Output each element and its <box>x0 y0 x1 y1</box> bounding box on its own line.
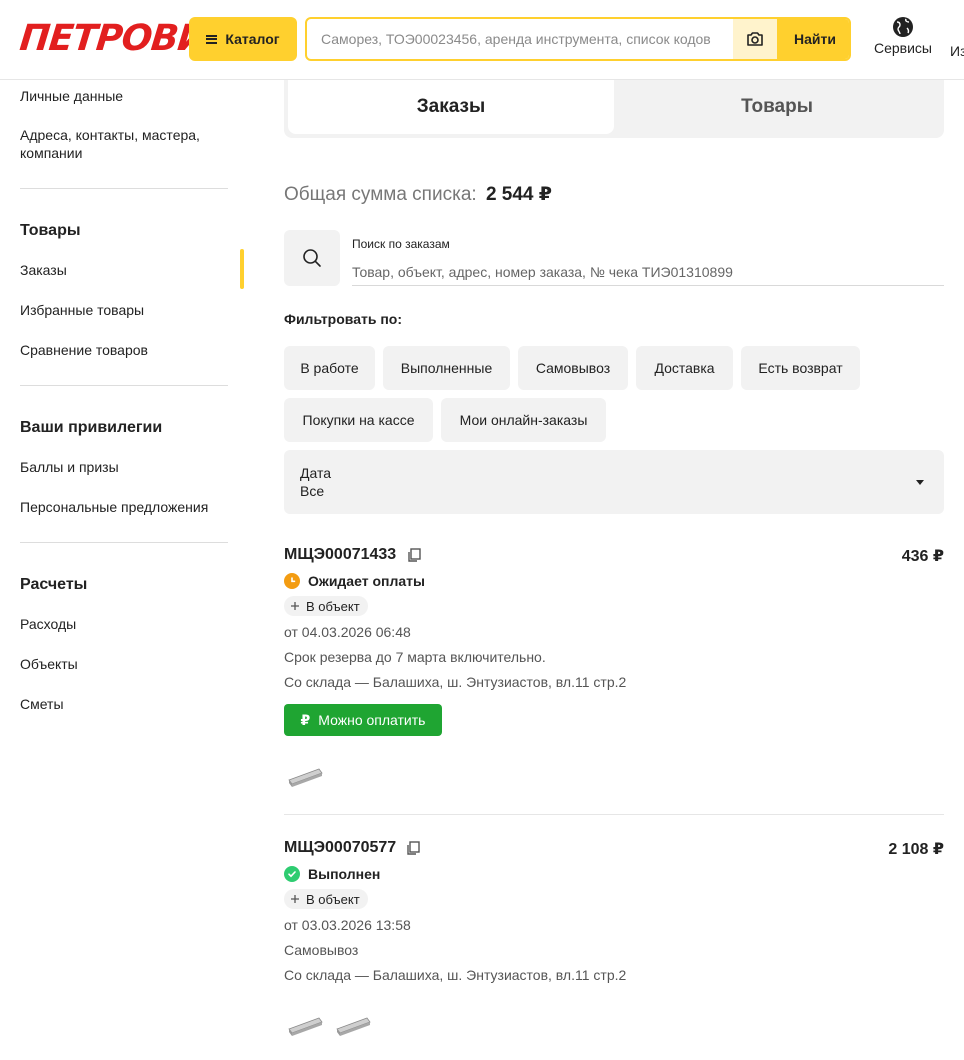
tab-goods[interactable]: Товары <box>614 80 940 134</box>
sidebar-divider <box>20 385 228 386</box>
filter-chip-checkout-purchases[interactable]: Покупки на кассе <box>284 398 433 442</box>
sidebar-item-points[interactable]: Баллы и призы <box>20 458 220 476</box>
product-thumbnail[interactable] <box>334 1009 374 1039</box>
order-source: Со склада — Балашиха, ш. Энтузиастов, вл… <box>284 674 627 690</box>
sidebar-item-favorites[interactable]: Избранные товары <box>20 301 220 319</box>
order-card: МЩЭ00071433 436 ₽ Ожидает оплаты В объек… <box>284 546 944 796</box>
order-number[interactable]: МЩЭ00071433 <box>284 546 396 564</box>
copy-icon[interactable] <box>405 840 421 856</box>
sidebar-item-compare[interactable]: Сравнение товаров <box>20 341 220 359</box>
order-sum: 436 ₽ <box>901 548 944 565</box>
plus-icon <box>291 602 299 610</box>
camera-search-button[interactable] <box>733 19 777 59</box>
date-filter-label: Дата <box>300 465 332 481</box>
site-search: Найти <box>305 17 851 61</box>
add-to-object-label: В объект <box>306 891 360 907</box>
services-label: Сервисы <box>873 40 932 56</box>
services-button[interactable]: Сервисы <box>872 16 934 56</box>
sidebar-item-orders[interactable]: Заказы <box>20 261 220 279</box>
sidebar-item-estimates[interactable]: Сметы <box>20 695 220 713</box>
product-thumbnail[interactable] <box>286 760 326 790</box>
check-icon <box>284 866 300 882</box>
site-header: ПЕТРОВИЧ Каталог Найти Сервисы Из <box>0 0 964 80</box>
clock-icon <box>284 573 300 589</box>
total-value: 2 544 ₽ <box>485 184 552 205</box>
total-label: Общая сумма списка: <box>284 184 477 205</box>
pay-button[interactable]: ₽ Можно оплатить <box>284 704 442 736</box>
add-to-object-button[interactable]: В объект <box>284 889 368 909</box>
add-to-object-button[interactable]: В объект <box>284 596 368 616</box>
pay-button-label: Можно оплатить <box>318 712 426 728</box>
catalog-button[interactable]: Каталог <box>189 17 297 61</box>
order-status-text: Ожидает оплаты <box>308 573 425 589</box>
find-button[interactable]: Найти <box>777 19 849 59</box>
filter-chip-online-orders[interactable]: Мои онлайн-заказы <box>441 398 606 442</box>
orders-search-label: Поиск по заказам <box>352 237 450 251</box>
order-status-text: Выполнен <box>308 866 381 882</box>
orders-search-input[interactable] <box>352 258 944 286</box>
search-icon <box>303 249 321 267</box>
filter-chip-completed[interactable]: Выполненные <box>383 346 510 390</box>
order-card: МЩЭ00070577 2 108 ₽ Выполнен В объект от… <box>284 839 944 1049</box>
order-status: Выполнен <box>284 866 380 882</box>
order-delivery-type: Самовывоз <box>284 942 359 958</box>
active-indicator <box>240 249 244 289</box>
header-overflow-item[interactable]: Из <box>950 43 964 59</box>
order-sum: 2 108 ₽ <box>888 841 944 858</box>
order-status: Ожидает оплаты <box>284 573 425 589</box>
sidebar-divider <box>20 542 228 543</box>
filter-chip-in-progress[interactable]: В работе <box>284 346 375 390</box>
sidebar-item-personal-data[interactable]: Личные данные <box>20 87 220 105</box>
order-reserve-note: Срок резерва до 7 марта включительно. <box>284 649 546 665</box>
tabs: Заказы Товары <box>284 80 944 138</box>
sidebar-heading-goods: Товары <box>20 222 81 239</box>
filter-chip-returns[interactable]: Есть возврат <box>741 346 860 390</box>
chevron-down-icon <box>916 480 924 485</box>
filter-chip-delivery[interactable]: Доставка <box>636 346 733 390</box>
camera-icon <box>747 32 763 46</box>
sidebar-item-addresses[interactable]: Адреса, контакты, мастера, компании <box>20 126 220 162</box>
plus-icon <box>291 895 299 903</box>
filter-label: Фильтровать по: <box>284 311 403 327</box>
orders-search-button[interactable] <box>284 230 340 286</box>
sidebar-item-objects[interactable]: Объекты <box>20 655 220 673</box>
order-divider <box>284 814 944 815</box>
filter-chip-pickup[interactable]: Самовывоз <box>518 346 628 390</box>
search-input[interactable] <box>307 19 733 59</box>
sidebar-item-offers[interactable]: Персональные предложения <box>20 498 220 516</box>
ruble-icon: ₽ <box>300 711 311 728</box>
list-total: Общая сумма списка: 2 544 ₽ <box>284 183 552 206</box>
copy-icon[interactable] <box>406 547 422 563</box>
order-date: от 03.03.2026 13:58 <box>284 917 411 933</box>
globe-icon <box>893 17 913 37</box>
date-filter-select[interactable]: Дата Все <box>284 450 944 514</box>
add-to-object-label: В объект <box>306 598 360 614</box>
product-thumbnail[interactable] <box>286 1009 326 1039</box>
sidebar-heading-payments: Расчеты <box>20 576 88 593</box>
sidebar-divider <box>20 188 228 189</box>
tab-orders[interactable]: Заказы <box>288 80 614 134</box>
date-filter-value: Все <box>300 483 325 499</box>
sidebar-item-expenses[interactable]: Расходы <box>20 615 220 633</box>
order-source: Со склада — Балашиха, ш. Энтузиастов, вл… <box>284 967 627 983</box>
catalog-label: Каталог <box>225 31 280 47</box>
order-date: от 04.03.2026 06:48 <box>284 624 411 640</box>
menu-icon <box>206 34 218 44</box>
sidebar-heading-privileges: Ваши привилегии <box>20 419 163 436</box>
order-number[interactable]: МЩЭ00070577 <box>284 839 396 857</box>
